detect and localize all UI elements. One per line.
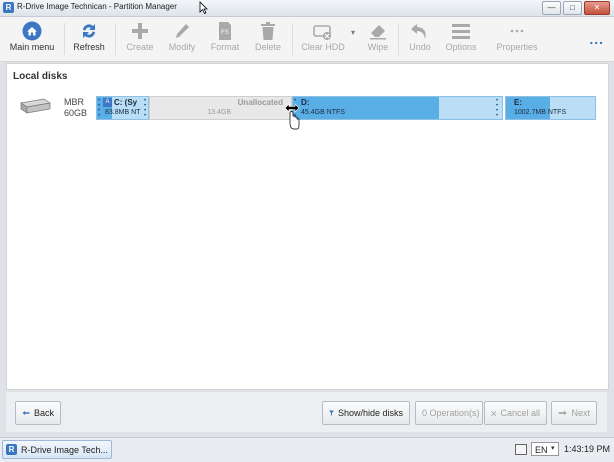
partition-size: 13.4GB [207,109,231,116]
main-menu-label: Main menu [9,42,55,52]
partition-unallocated[interactable]: Unallocated 13.4GB [149,96,292,120]
chevron-down-icon[interactable]: ▾ [551,444,555,452]
partition-name: E: [514,98,522,107]
ellipsis-icon [510,29,524,33]
section-title: Local disks [13,71,68,82]
refresh-label: Refresh [73,42,105,52]
app-icon: R [3,2,14,13]
bottom-bar: Back Show/hide disks 0 Operation(s) Canc… [6,392,607,432]
undo-icon [411,24,426,39]
undo-button[interactable]: Undo [400,17,440,61]
disk-info: MBR 60GB [64,97,87,119]
toolbar-divider [115,23,116,55]
wipe-button[interactable]: Wipe [360,17,396,61]
hamburger-icon [452,24,470,39]
window-title: R-Drive Image Technican - Partition Mana… [17,2,177,11]
clear-hdd-dropdown-icon[interactable]: ▾ [351,28,355,37]
options-button[interactable]: Options [440,17,482,61]
back-label: Back [33,408,54,418]
clock: 1:43:19 PM [564,444,611,454]
wipe-label: Wipe [367,42,389,52]
create-label: Create [126,42,154,52]
properties-label: Properties [496,42,538,52]
operations-label: 0 Operation(s) [422,408,480,418]
toolbar: Main menu Refresh Create Modify FS Forma… [0,17,614,62]
format-label: Format [210,42,240,52]
minimize-button[interactable]: — [542,1,561,15]
cancel-all-button[interactable]: Cancel all [484,401,547,425]
partition-size: 45.4GB NTFS [301,109,345,116]
cancel-all-label: Cancel all [500,408,540,418]
trash-icon [261,22,275,40]
arrow-left-icon [22,411,30,415]
clear-hdd-icon [313,25,331,40]
resize-handle-right[interactable] [496,99,499,119]
taskbar: R R-Drive Image Tech... EN ▾ 1:43:19 PM [0,437,614,462]
undo-label: Undo [409,42,431,52]
arrow-right-icon [558,410,567,416]
partition-name: D: [301,98,310,107]
partition-bar: A C: (Sy 83.8MB NT Unallocated 13.4GB D:… [96,96,596,120]
home-icon [22,21,42,41]
partition-size: 1002.7MB NTFS [514,109,567,116]
toolbar-divider [398,23,399,55]
properties-button[interactable]: Properties [492,17,542,61]
partition-size: 83.8MB NT [105,109,141,116]
partition-c[interactable]: A C: (Sy 83.8MB NT [96,96,149,120]
toolbar-divider [64,23,65,55]
svg-text:FS: FS [221,30,229,36]
modify-label: Modify [168,42,196,52]
pencil-icon [176,24,189,38]
main-menu-button[interactable]: Main menu [2,17,62,61]
active-flag-badge: A [103,98,112,107]
operations-button[interactable]: 0 Operation(s) [415,401,483,425]
app-icon: R [6,444,17,455]
clear-hdd-button[interactable]: Clear HDD [295,17,351,61]
clear-hdd-label: Clear HDD [301,42,345,52]
title-bar: R R-Drive Image Technican - Partition Ma… [0,0,614,17]
resize-handle-right[interactable] [144,99,147,119]
refresh-button[interactable]: Refresh [66,17,112,61]
next-label: Next [571,408,590,418]
format-button[interactable]: FS Format [203,17,247,61]
more-options-icon[interactable]: ... [589,31,604,47]
partition-name: C: (Sy [114,98,138,107]
plus-icon [132,23,148,39]
disk-partition-style: MBR [64,97,84,107]
filter-icon [329,410,334,416]
next-button[interactable]: Next [551,401,597,425]
taskbar-app-label: R-Drive Image Tech... [21,445,108,455]
format-fs-icon: FS [219,22,231,40]
show-hide-disks-button[interactable]: Show/hide disks [322,401,410,425]
mouse-pointer-icon [199,1,208,14]
toolbar-divider [292,23,293,55]
disk-size: 60GB [64,108,88,118]
back-button[interactable]: Back [15,401,61,425]
options-label: Options [445,42,477,52]
create-button[interactable]: Create [117,17,163,61]
resize-cursor-icon [284,103,300,130]
partition-view: Local disks MBR 60GB A C: (Sy 83.8MB NT … [6,63,609,390]
resize-handle-left[interactable] [98,99,101,119]
close-button[interactable]: ✕ [584,1,610,15]
hard-disk-icon [20,98,51,114]
delete-label: Delete [254,42,281,52]
partition-name: Unallocated [237,98,283,107]
show-hide-disks-label: Show/hide disks [337,408,403,418]
modify-button[interactable]: Modify [160,17,204,61]
maximize-button[interactable]: □ [563,1,582,15]
eraser-icon [370,25,386,40]
partition-e[interactable]: E: 1002.7MB NTFS [505,96,596,120]
refresh-icon [83,24,95,38]
cancel-icon [491,410,497,416]
tray-network-icon[interactable] [515,444,527,455]
delete-button[interactable]: Delete [246,17,290,61]
taskbar-app-button[interactable]: R R-Drive Image Tech... [2,440,112,459]
partition-d[interactable]: D: 45.4GB NTFS [292,96,503,120]
